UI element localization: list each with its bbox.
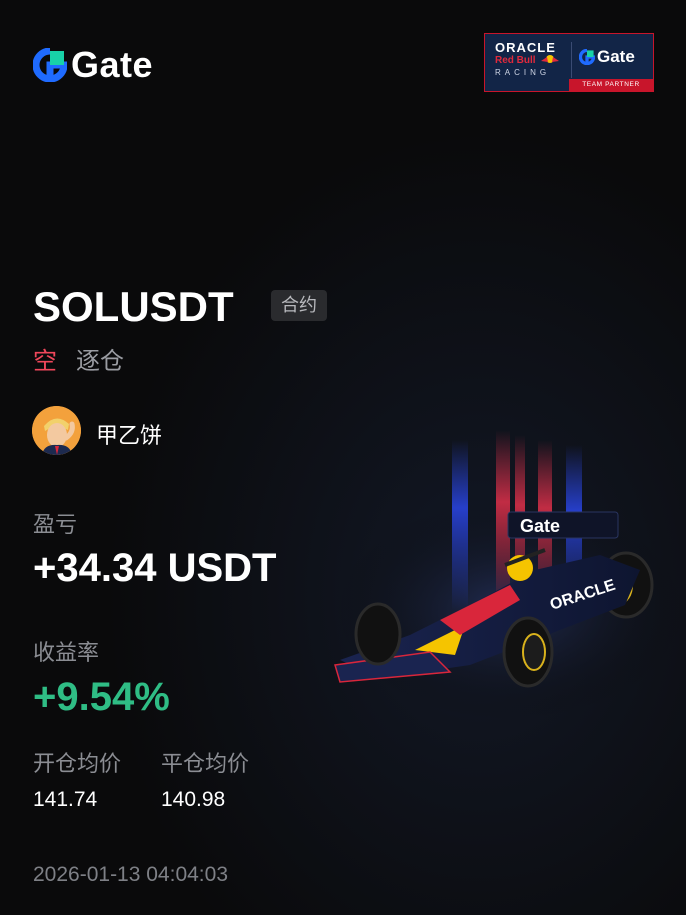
- racing-text: RACING: [495, 68, 551, 77]
- contract-type-tag: 合约: [271, 290, 327, 321]
- gate-logo: Gate: [33, 44, 153, 86]
- car-wing-text: Gate: [520, 516, 560, 536]
- entry-price-label: 开仓均价: [33, 751, 122, 776]
- contract-symbol: SOLUSDT: [33, 283, 234, 330]
- user-avatar-icon: [32, 406, 81, 455]
- gate-logo-icon: [33, 48, 67, 82]
- team-partner-label: TEAM PARTNER: [569, 79, 653, 91]
- team-partner-badge: ORACLE Red Bull RACING Gate TEAM PARTNER: [484, 33, 654, 92]
- red-bull-text: Red Bull: [495, 55, 536, 66]
- partner-gate-text: Gate: [597, 47, 635, 66]
- gate-logo-icon: [579, 49, 595, 65]
- red-bull-icon: [541, 55, 559, 63]
- position-side: 空: [33, 348, 57, 375]
- timestamp: 2026-01-13 04:04:03: [33, 863, 228, 886]
- roi-value: +9.54%: [33, 675, 170, 719]
- exit-price-value: 140.98: [161, 788, 226, 811]
- partner-gate-logo: Gate: [579, 47, 635, 67]
- pnl-value: +34.34 USDT: [33, 546, 277, 590]
- share-card: Gate ORACLE Red Bull RACING Gate TEAM PA…: [0, 0, 686, 915]
- roi-label: 收益率: [33, 640, 100, 665]
- f1-car-illustration: Gate ORACLE: [334, 430, 685, 720]
- username: 甲乙饼: [96, 423, 163, 448]
- margin-mode: 逐仓: [76, 348, 124, 375]
- pnl-label: 盈亏: [33, 512, 78, 537]
- entry-price-value: 141.74: [33, 788, 98, 811]
- badge-divider: [571, 42, 572, 78]
- gate-logo-text: Gate: [71, 44, 154, 85]
- exit-price-label: 平仓均价: [161, 751, 250, 776]
